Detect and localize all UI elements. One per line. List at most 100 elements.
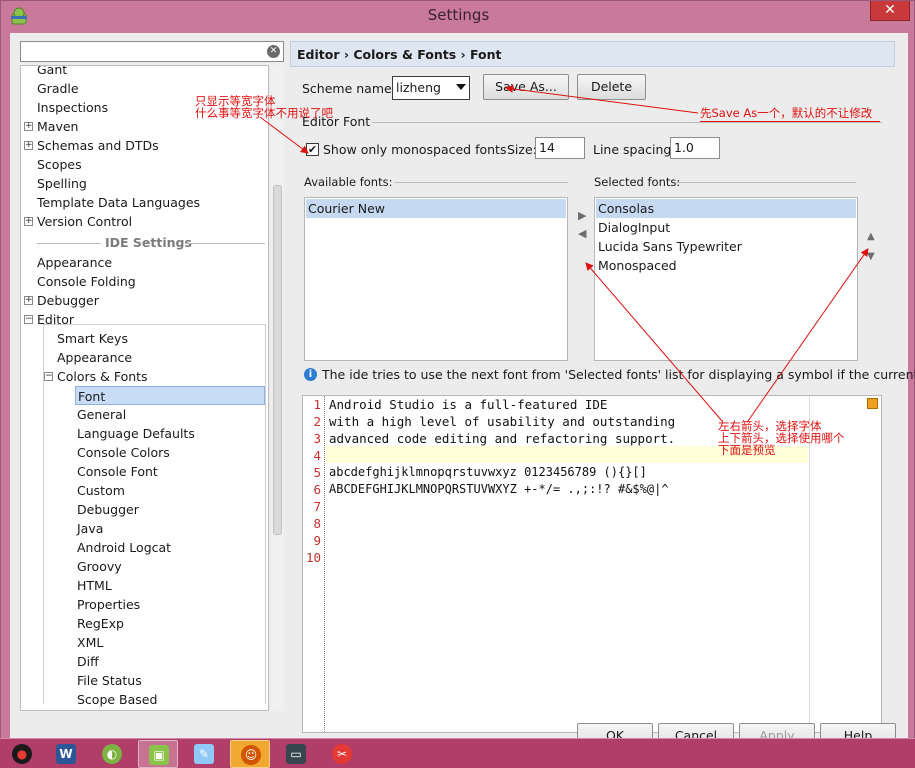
- snipping-tool-icon: ✂: [332, 744, 352, 764]
- clear-search-icon[interactable]: ✕: [267, 45, 280, 58]
- tree-guide: [43, 324, 265, 325]
- taskbar-app-android-studio[interactable]: ▣: [138, 740, 178, 768]
- line-number: 8: [313, 516, 321, 531]
- info-icon: i: [304, 368, 317, 381]
- tree-item-html[interactable]: HTML: [77, 576, 112, 595]
- tree-item-maven[interactable]: Maven: [37, 117, 78, 136]
- close-button[interactable]: ✕: [870, 1, 910, 21]
- section-divider: [185, 243, 265, 244]
- tree-item-diff[interactable]: Diff: [77, 652, 99, 671]
- tree-item-debugger-colors[interactable]: Debugger: [77, 500, 139, 519]
- tree-item-version-control[interactable]: Version Control: [37, 212, 132, 231]
- scheme-select[interactable]: lizheng: [392, 76, 470, 100]
- tree-item-console-folding[interactable]: Console Folding: [37, 272, 136, 291]
- group-divider: [676, 182, 856, 183]
- tree-item-inspections[interactable]: Inspections: [37, 98, 108, 117]
- tree-item-xml[interactable]: XML: [77, 633, 103, 652]
- taskbar-app-word[interactable]: W: [46, 740, 86, 768]
- size-input[interactable]: 14: [535, 137, 585, 159]
- android-studio-icon: ▣: [149, 745, 169, 765]
- section-divider: [37, 243, 101, 244]
- line-number: 3: [313, 431, 321, 446]
- expand-icon[interactable]: +: [24, 141, 33, 150]
- android-icon: ◐: [102, 744, 122, 764]
- delete-button[interactable]: Delete: [577, 74, 646, 100]
- tree-item-custom[interactable]: Custom: [77, 481, 125, 500]
- selected-font-item[interactable]: Monospaced: [596, 256, 856, 275]
- line-number: 2: [313, 414, 321, 429]
- taskbar-app-chat[interactable]: ☺: [230, 740, 270, 768]
- contacts-icon: ☺: [241, 745, 261, 765]
- settings-tree[interactable]: Gant Gradle Inspections + Maven + Schema…: [20, 65, 269, 711]
- tree-item-scope-based[interactable]: Scope Based: [77, 690, 157, 709]
- tree-item-general[interactable]: General: [77, 405, 126, 424]
- section-ide-settings: IDE Settings: [105, 235, 192, 250]
- error-stripe-marker[interactable]: [867, 398, 878, 409]
- preview-line: abcdefghijklmnopqrstuvwxyz 0123456789 ()…: [329, 465, 647, 479]
- preview-line: Android Studio is a full-featured IDE: [329, 397, 608, 412]
- tree-item-console-colors[interactable]: Console Colors: [77, 443, 170, 462]
- expand-icon[interactable]: +: [24, 217, 33, 226]
- scheme-label: Scheme name:: [302, 81, 396, 96]
- settings-search-input[interactable]: ✕: [20, 41, 284, 62]
- tree-item-colors-fonts[interactable]: Colors & Fonts: [57, 367, 148, 386]
- line-number: 7: [313, 499, 321, 514]
- size-label: Size:: [507, 142, 537, 157]
- group-divider: [372, 122, 882, 123]
- tree-item-android-logcat[interactable]: Android Logcat: [77, 538, 171, 557]
- tree-item-schemas[interactable]: Schemas and DTDs: [37, 136, 159, 155]
- available-font-item[interactable]: Courier New: [306, 199, 566, 218]
- tree-item-groovy[interactable]: Groovy: [77, 557, 122, 576]
- expand-icon[interactable]: +: [24, 122, 33, 131]
- tree-scrollbar[interactable]: [271, 65, 284, 711]
- scheme-select-value: lizheng: [396, 80, 441, 95]
- tree-item-java[interactable]: Java: [77, 519, 103, 538]
- taskbar-app-snipping[interactable]: ✂: [322, 740, 362, 768]
- tree-item-font[interactable]: Font: [75, 386, 265, 405]
- taskbar-app-media[interactable]: ●: [2, 740, 42, 768]
- dialog-client: ✕ Gant Gradle Inspections + Maven + Sche…: [10, 33, 915, 739]
- tree-item-gant[interactable]: Gant: [37, 66, 67, 79]
- tree-item-regexp[interactable]: RegExp: [77, 614, 124, 633]
- font-preview-editor[interactable]: 1 2 3 4 5 6 7 8 9 10 Android Studio is a…: [302, 395, 882, 733]
- expand-icon[interactable]: +: [24, 296, 33, 305]
- tree-item-console-font[interactable]: Console Font: [77, 462, 158, 481]
- move-left-icon[interactable]: ◀: [578, 227, 586, 240]
- selected-font-item[interactable]: DialogInput: [596, 218, 856, 237]
- line-number: 10: [305, 550, 321, 565]
- tree-item-file-status[interactable]: File Status: [77, 671, 142, 690]
- move-right-icon[interactable]: ▶: [578, 209, 586, 222]
- move-down-icon[interactable]: ▼: [867, 251, 875, 262]
- line-spacing-input[interactable]: 1.0: [670, 137, 720, 159]
- selected-font-item[interactable]: Lucida Sans Typewriter: [596, 237, 856, 256]
- collapse-icon[interactable]: −: [24, 315, 33, 324]
- available-fonts-list[interactable]: Courier New: [304, 197, 568, 361]
- collapse-icon[interactable]: −: [44, 372, 53, 381]
- tree-item-properties[interactable]: Properties: [77, 595, 140, 614]
- info-text: The ide tries to use the next font from …: [322, 367, 915, 382]
- media-player-icon: ●: [12, 744, 32, 764]
- settings-window: Settings ✕ ✕ Gant Gradle Inspections + M…: [0, 0, 915, 751]
- selected-font-item[interactable]: Consolas: [596, 199, 856, 218]
- tree-item-template-data[interactable]: Template Data Languages: [37, 193, 200, 212]
- taskbar-app-monitor[interactable]: ▭: [276, 740, 316, 768]
- tree-item-language-defaults[interactable]: Language Defaults: [77, 424, 195, 443]
- monospace-checkbox[interactable]: ✔: [306, 143, 319, 156]
- line-number: 1: [313, 397, 321, 412]
- taskbar-app-android[interactable]: ◐: [92, 740, 132, 768]
- tree-item-smart-keys[interactable]: Smart Keys: [57, 329, 128, 348]
- annotation-mono-note-2: 什么事等宽字体不用说了吧: [195, 106, 333, 120]
- move-up-icon[interactable]: ▲: [867, 231, 875, 242]
- tree-item-appearance[interactable]: Appearance: [37, 253, 112, 272]
- tree-item-scopes[interactable]: Scopes: [37, 155, 82, 174]
- tree-item-gradle[interactable]: Gradle: [37, 79, 79, 98]
- tree-scrollbar-thumb[interactable]: [273, 185, 282, 535]
- breadcrumb-text: Editor › Colors & Fonts › Font: [297, 47, 502, 62]
- tree-item-editor-appearance[interactable]: Appearance: [57, 348, 132, 367]
- taskbar-app-paint[interactable]: ✎: [184, 740, 224, 768]
- tree-item-debugger[interactable]: Debugger: [37, 291, 99, 310]
- breadcrumb: Editor › Colors & Fonts › Font: [290, 41, 895, 67]
- selected-fonts-list[interactable]: Consolas DialogInput Lucida Sans Typewri…: [594, 197, 858, 361]
- save-as-button[interactable]: Save As...: [483, 74, 569, 100]
- tree-item-spelling[interactable]: Spelling: [37, 174, 87, 193]
